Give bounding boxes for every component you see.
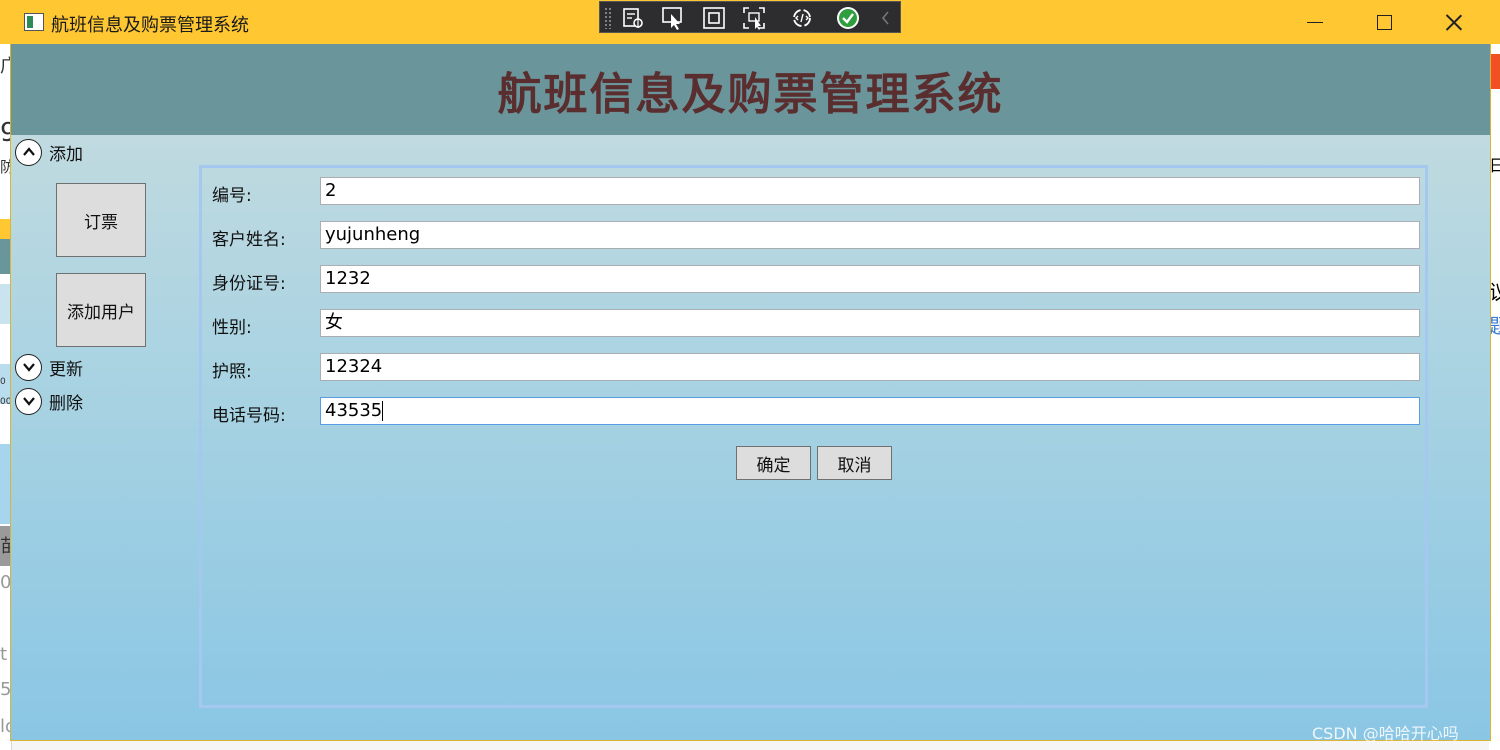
id-card-label: 身份证号:: [212, 274, 286, 294]
chevron-up-icon[interactable]: [15, 138, 42, 166]
close-button[interactable]: [1431, 0, 1477, 44]
select-element-icon[interactable]: [660, 5, 686, 31]
minimize-button[interactable]: [1292, 0, 1338, 44]
phone-value: 43535: [325, 400, 383, 421]
banner-title: 航班信息及购票管理系统: [497, 68, 1004, 120]
form-row-name: 客户姓名: yujunheng: [212, 221, 1420, 250]
bg-fragment: 题: [1489, 314, 1500, 338]
expander-add-label: 添加: [49, 144, 83, 165]
id-label: 编号:: [212, 186, 252, 206]
track-focus-icon[interactable]: [741, 5, 767, 31]
debug-toolbar: [599, 1, 901, 33]
app-icon: [24, 13, 44, 31]
bg-fragment: 议: [1489, 280, 1500, 304]
window-title: 航班信息及购票管理系统: [51, 15, 249, 36]
form-row-idcard: 身份证号: 1232: [212, 265, 1420, 294]
id-field[interactable]: 2: [320, 177, 1420, 205]
expander-delete[interactable]: 删除: [15, 387, 83, 415]
add-user-button[interactable]: 添加用户: [56, 273, 146, 347]
passport-field[interactable]: 12324: [320, 353, 1420, 381]
title-bar[interactable]: 航班信息及购票管理系统: [0, 0, 1500, 44]
confirm-button[interactable]: 确定: [736, 446, 811, 480]
live-visual-tree-icon[interactable]: [620, 5, 646, 31]
cancel-button[interactable]: 取消: [817, 446, 892, 480]
grip-icon[interactable]: [604, 7, 612, 29]
gender-field[interactable]: 女: [320, 309, 1420, 337]
form-row-gender: 性别: 女: [212, 309, 1420, 338]
bg-strip: [1489, 54, 1500, 89]
app-window: 航班信息及购票管理系统 航班信息及购票管理系统 添加 订票 添加用户 更新 删除…: [0, 0, 1500, 740]
chevron-down-icon[interactable]: [15, 387, 42, 415]
phone-field[interactable]: 43535: [320, 397, 1420, 425]
phone-label: 电话号码:: [212, 406, 286, 426]
maximize-button[interactable]: [1361, 0, 1407, 44]
customer-name-label: 客户姓名:: [212, 230, 286, 250]
text-caret: [382, 401, 384, 421]
customer-form-panel: 编号: 2 客户姓名: yujunheng 身份证号: 1232 性别: 女 护…: [199, 165, 1428, 708]
expander-update[interactable]: 更新: [15, 353, 83, 381]
id-card-field[interactable]: 1232: [320, 265, 1420, 293]
form-row-phone: 电话号码: 43535: [212, 397, 1420, 426]
passport-label: 护照:: [212, 362, 252, 382]
header-banner: 航班信息及购票管理系统: [11, 44, 1490, 135]
maximize-icon: [1376, 14, 1392, 30]
hot-reload-status-icon[interactable]: [835, 5, 861, 31]
bg-fragment: 日: [1489, 156, 1500, 175]
close-icon: [1446, 14, 1462, 30]
main-content: 添加 订票 添加用户 更新 删除 编号: 2 客户姓名: yujunheng 身…: [11, 135, 1490, 740]
background-window-right: 日 议 题: [1489, 44, 1500, 750]
expander-add[interactable]: 添加: [15, 138, 83, 166]
customer-name-field[interactable]: yujunheng: [320, 221, 1420, 249]
gender-label: 性别:: [212, 318, 252, 338]
form-row-passport: 护照: 12324: [212, 353, 1420, 382]
book-ticket-button[interactable]: 订票: [56, 183, 146, 257]
watermark: CSDN @哈哈开心吗: [1312, 724, 1459, 743]
expander-update-label: 更新: [49, 359, 83, 380]
hot-reload-icon[interactable]: [789, 5, 815, 31]
background-window-bottom: [12, 739, 1489, 750]
display-layout-adorners-icon[interactable]: [701, 5, 727, 31]
form-row-id: 编号: 2: [212, 177, 1420, 206]
minimize-icon: [1307, 21, 1323, 23]
expander-delete-label: 删除: [49, 393, 83, 414]
collapse-toolbar-icon[interactable]: [873, 5, 899, 31]
chevron-down-icon[interactable]: [15, 353, 42, 381]
